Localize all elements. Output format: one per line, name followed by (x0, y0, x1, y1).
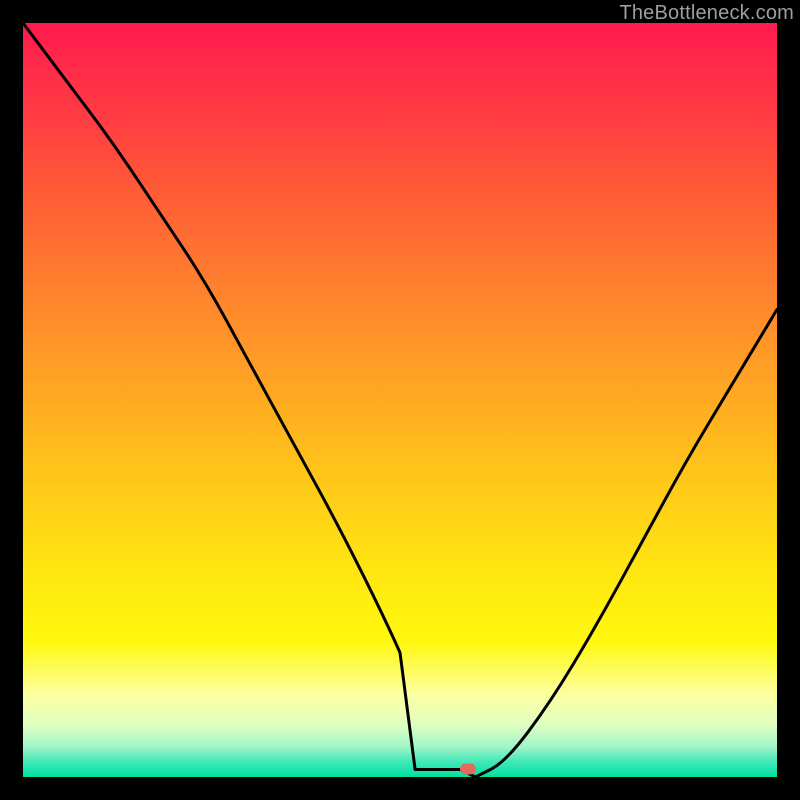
optimum-marker (460, 764, 476, 775)
watermark-text: TheBottleneck.com (619, 2, 794, 25)
chart-frame: TheBottleneck.com (0, 0, 800, 800)
bottleneck-curve (23, 23, 777, 777)
